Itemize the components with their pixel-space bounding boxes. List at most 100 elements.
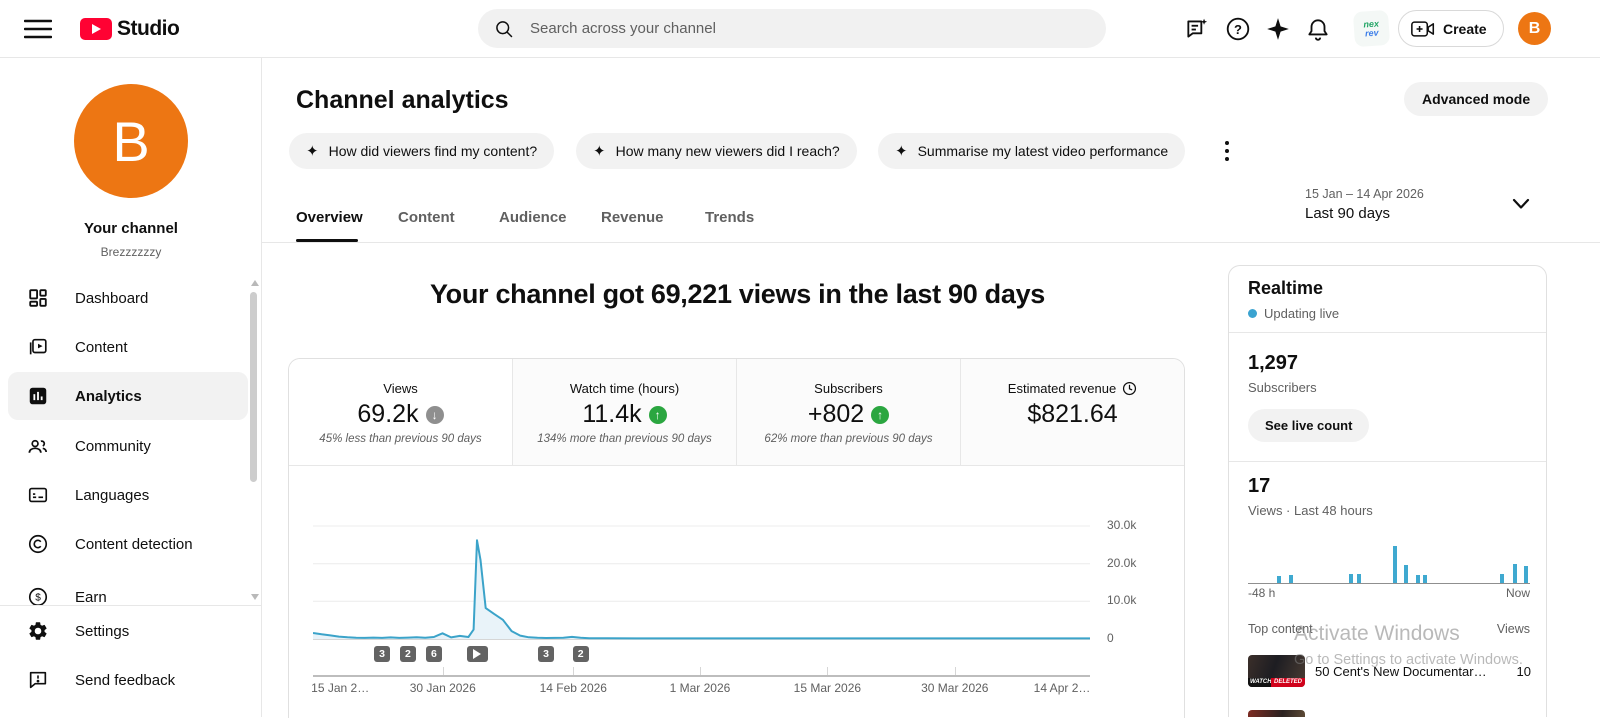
realtime-subscribers-value: 1,297 <box>1248 352 1298 375</box>
sidebar-item-label: Community <box>75 438 151 455</box>
youtube-studio-logo[interactable]: Studio <box>80 17 179 41</box>
top-content-row[interactable]: WATCH BEFORE DELETED 50 Cent's New Docum… <box>1248 654 1531 688</box>
svg-text:?: ? <box>1234 21 1242 36</box>
video-publish-markers: 32632 <box>313 646 1090 663</box>
earn-dollar-icon: $ <box>26 586 49 606</box>
more-options-kebab[interactable] <box>1220 139 1234 163</box>
help-icon[interactable]: ? <box>1224 15 1251 42</box>
x-axis-track <box>313 675 1090 677</box>
x-axis-tick: 30 Jan 2026 <box>410 681 476 695</box>
video-title: 50 Cent's New Documentary… <box>1315 664 1493 679</box>
tab-content[interactable]: Content <box>398 209 455 226</box>
ai-chip-summarise[interactable]: ✦ Summarise my latest video performance <box>878 133 1185 169</box>
page-title: Channel analytics <box>296 86 509 115</box>
tab-audience[interactable]: Audience <box>499 209 567 226</box>
sidebar-item-send-feedback[interactable]: Send feedback <box>0 656 248 704</box>
video-marker-count[interactable]: 2 <box>573 646 589 662</box>
top-app-bar: Studio ? nex rev <box>0 0 1600 58</box>
ai-chip-new-viewers[interactable]: ✦ How many new viewers did I reach? <box>576 133 857 169</box>
sidebar-item-label: Dashboard <box>75 290 148 307</box>
sidebar-item-content-detection[interactable]: Content detection <box>0 520 248 568</box>
video-marker-play[interactable] <box>467 646 488 662</box>
scrollbar-thumb[interactable] <box>250 292 257 482</box>
overview-headline: Your channel got 69,221 views in the las… <box>290 279 1185 310</box>
scroll-down-arrow[interactable] <box>251 594 259 600</box>
x-axis-tick: 30 Mar 2026 <box>921 681 988 695</box>
realtime-views-value: 17 <box>1248 475 1270 498</box>
sparkle-icon: ✦ <box>895 142 908 160</box>
sidebar-scrollbar[interactable] <box>249 280 259 600</box>
sidebar-item-community[interactable]: Community <box>0 422 248 470</box>
video-views: 10 <box>1517 664 1531 679</box>
key-metrics-strip: Views 69.2k ↓ 45% less than previous 90 … <box>289 359 1184 466</box>
search-input[interactable] <box>528 19 1068 38</box>
sidebar-item-earn[interactable]: $ Earn <box>0 573 248 605</box>
tab-revenue[interactable]: Revenue <box>601 209 664 226</box>
y-axis-tick: 10.0k <box>1107 593 1136 607</box>
channel-avatar[interactable]: B <box>74 84 188 198</box>
metric-estimated-revenue[interactable]: Estimated revenue $821.64 <box>961 359 1184 465</box>
tab-trends[interactable]: Trends <box>705 209 754 226</box>
metric-subscribers[interactable]: Subscribers +802 ↑ 62% more than previou… <box>737 359 961 465</box>
search-bar[interactable] <box>478 9 1106 48</box>
sparkle-icon: ✦ <box>306 142 319 160</box>
x-axis-tick: 14 Feb 2026 <box>540 681 607 695</box>
views-line-chart <box>313 500 1090 645</box>
video-marker-count[interactable]: 3 <box>538 646 554 662</box>
sidebar-item-languages[interactable]: Languages <box>0 471 248 519</box>
youtube-play-icon <box>80 18 112 40</box>
divider <box>1229 461 1547 462</box>
sidebar-item-label: Send feedback <box>75 672 175 689</box>
whats-new-icon[interactable] <box>1183 15 1210 42</box>
video-marker-count[interactable]: 3 <box>374 646 390 662</box>
y-axis-tick: 20.0k <box>1107 556 1136 570</box>
video-marker-count[interactable]: 2 <box>400 646 416 662</box>
create-button[interactable]: Create <box>1398 10 1504 47</box>
y-axis-tick: 0 <box>1107 631 1114 645</box>
top-content-header: Top content Views <box>1248 622 1530 636</box>
advanced-mode-button[interactable]: Advanced mode <box>1404 82 1548 116</box>
browser-extension-icon[interactable]: nex rev <box>1353 10 1390 47</box>
dashboard-icon <box>26 287 49 310</box>
account-avatar[interactable]: B <box>1518 12 1551 45</box>
analytics-icon <box>26 385 49 408</box>
copyright-icon <box>26 533 49 556</box>
chevron-down-icon[interactable] <box>1512 198 1530 210</box>
svg-text:$: $ <box>35 593 41 604</box>
create-button-label: Create <box>1443 21 1487 37</box>
video-thumbnail: WATCH BEFORE DELETED <box>1248 655 1305 687</box>
video-marker-count[interactable]: 6 <box>426 646 442 662</box>
sidebar-nav-list: Dashboard Content Analytics <box>0 274 262 605</box>
notifications-bell-icon[interactable] <box>1304 15 1331 42</box>
x-axis-tick: 15 Jan 2… <box>311 681 369 695</box>
clock-info-icon <box>1122 381 1137 396</box>
see-live-count-button[interactable]: See live count <box>1248 409 1369 442</box>
tab-overview[interactable]: Overview <box>296 209 363 226</box>
sidebar-item-dashboard[interactable]: Dashboard <box>0 274 248 322</box>
x-axis-ticks <box>313 667 1090 675</box>
video-plus-icon <box>1411 19 1435 39</box>
realtime-card: Realtime Updating live 1,297 Subscribers… <box>1228 265 1547 717</box>
date-range-text[interactable]: 15 Jan – 14 Apr 2026 <box>1305 187 1424 201</box>
sidebar-item-analytics[interactable]: Analytics <box>8 372 248 420</box>
sidebar-divider <box>0 605 262 606</box>
settings-gear-icon <box>26 620 49 643</box>
ai-chip-how-found[interactable]: ✦ How did viewers find my content? <box>289 133 554 169</box>
sparkle-assistant-icon[interactable] <box>1264 15 1291 42</box>
metric-watch-time[interactable]: Watch time (hours) 11.4k ↑ 134% more tha… <box>513 359 737 465</box>
x-axis-labels: 15 Jan 2… 30 Jan 2026 14 Feb 2026 1 Mar 202… <box>313 681 1090 697</box>
scroll-up-arrow[interactable] <box>251 280 259 286</box>
channel-label: Your channel <box>0 220 262 237</box>
trend-up-icon: ↑ <box>871 406 889 424</box>
date-period-selector[interactable]: Last 90 days <box>1305 205 1390 222</box>
realtime-axis-labels: -48 h Now <box>1248 586 1530 600</box>
community-icon <box>26 435 49 458</box>
x-axis-tick: 1 Mar 2026 <box>670 681 731 695</box>
sidebar-item-label: Content <box>75 339 128 356</box>
x-axis-tick: 14 Apr 2… <box>1034 681 1091 695</box>
sidebar-item-settings[interactable]: Settings <box>0 607 248 655</box>
content-icon <box>26 336 49 359</box>
sidebar-item-content[interactable]: Content <box>0 323 248 371</box>
metric-views[interactable]: Views 69.2k ↓ 45% less than previous 90 … <box>289 359 513 465</box>
hamburger-menu-icon[interactable] <box>24 18 52 40</box>
